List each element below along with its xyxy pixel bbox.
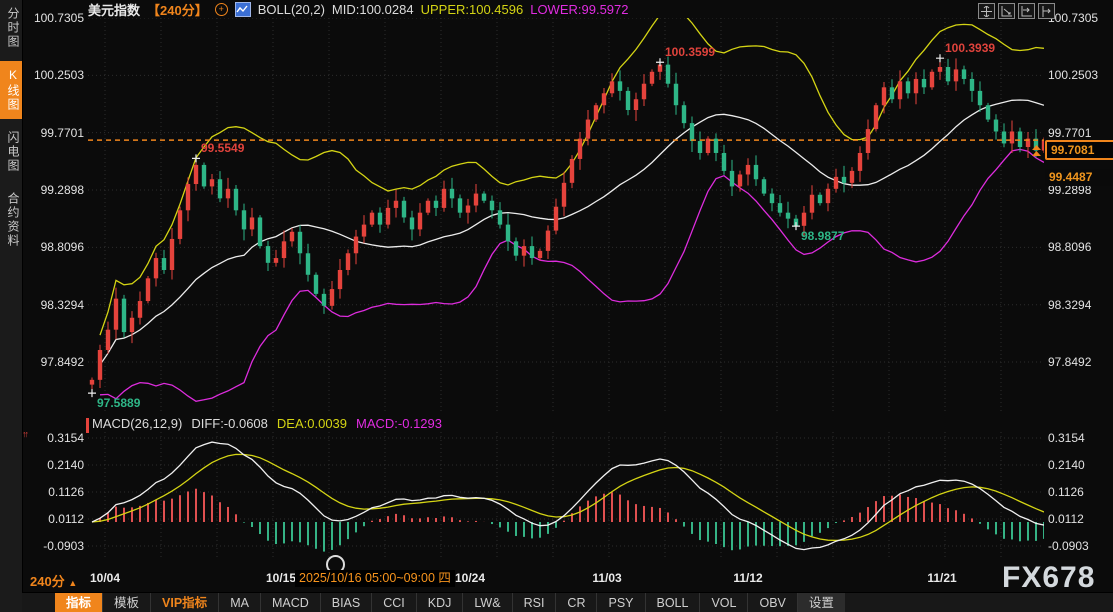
toolbar-item-13[interactable]: VOL: [699, 593, 747, 612]
price-tick-right-1: 100.2503: [1048, 68, 1098, 82]
extreme-label-4: 100.3939: [945, 41, 995, 55]
macd-tick-right-3: 0.0112: [1048, 512, 1084, 526]
toolbar-item-14[interactable]: OBV: [747, 593, 796, 612]
bottom-toolbar: 指标模板VIP指标MAMACDBIASCCIKDJLW&RSICRPSYBOLL…: [22, 592, 1113, 612]
time-axis-row[interactable]: 240分 ▲ 10/04 10/15 10/24 11/03 11/12 11/21: [0, 564, 1113, 591]
sidebar-item-4[interactable]: 合约资料: [0, 185, 22, 255]
toolbar-item-15[interactable]: 设置: [797, 593, 845, 612]
macd-tick-right-2: 0.1126: [1048, 485, 1084, 499]
toolbar-item-5[interactable]: BIAS: [320, 593, 372, 612]
period-indicator[interactable]: 240分 ▲: [30, 571, 77, 590]
date-label-3: 11/03: [592, 571, 621, 585]
fx678-watermark: FX678: [1002, 561, 1095, 595]
left-sidebar: 分时图 K线图闪电图合约资料: [0, 0, 23, 612]
toolbar-item-11[interactable]: PSY: [596, 593, 644, 612]
macd-macd-value: MACD:-0.1293: [356, 416, 442, 431]
toolbar-item-0[interactable]: 指标: [55, 593, 102, 612]
date-label-0: 10/04: [90, 571, 120, 585]
macd-header: MACD(26,12,9) DIFF:-0.0608 DEA:0.0039 MA…: [92, 416, 442, 431]
period-label: 【240分】: [147, 0, 208, 19]
macd-dea-value: DEA:0.0039: [277, 416, 347, 431]
crosshair-icon[interactable]: [978, 3, 995, 19]
price-chart-svg[interactable]: [88, 18, 1044, 412]
macd-tick-left-3: 0.0112: [24, 512, 84, 526]
chart-tool-icons: [978, 3, 1055, 19]
date-label-4: 11/12: [733, 571, 762, 585]
axis-pan-icon[interactable]: [1018, 3, 1035, 19]
extreme-label-2: 100.3599: [665, 45, 715, 59]
add-indicator-icon[interactable]: +: [215, 3, 228, 16]
toolbar-item-6[interactable]: CCI: [371, 593, 416, 612]
goto-latest-icon[interactable]: [1038, 3, 1055, 19]
macd-tick-left-0: 0.3154: [24, 431, 84, 445]
price-tick-left-3: 99.2898: [24, 183, 84, 197]
toolbar-item-9[interactable]: RSI: [512, 593, 556, 612]
sidebar-item-1[interactable]: 分时图: [0, 0, 22, 56]
toolbar-item-10[interactable]: CR: [555, 593, 596, 612]
macd-diff-value: DIFF:-0.0608: [191, 416, 268, 431]
price-tick-right-0: 100.7305: [1048, 11, 1098, 25]
price-tick-left-4: 98.8096: [24, 240, 84, 254]
price-tick-right-2: 99.7701: [1048, 126, 1091, 140]
boll-mid-value: MID:100.0284: [332, 2, 414, 17]
macd-chart-svg[interactable]: [88, 432, 1044, 560]
macd-tick-left-1: 0.2140: [24, 458, 84, 472]
toolbar-item-8[interactable]: LW&: [462, 593, 511, 612]
current-price-box: 99.7081: [1045, 140, 1113, 160]
date-label-2: 10/24: [455, 571, 485, 585]
boll-lower-value: LOWER:99.5972: [530, 2, 628, 17]
kline-chart-icon: [235, 2, 251, 17]
toolbar-item-1[interactable]: 模板: [102, 593, 150, 612]
chart-header: 美元指数 【240分】 + BOLL(20,2) MID:100.0284 UP…: [88, 2, 629, 17]
price-tick-left-6: 97.8492: [24, 355, 84, 369]
secondary-price-box: 99.4487: [1045, 169, 1113, 186]
date-label-5: 11/21: [927, 571, 956, 585]
date-label-1: 10/15: [266, 571, 296, 585]
extreme-label-3: 98.9877: [801, 229, 844, 243]
boll-upper-value: UPPER:100.4596: [421, 2, 524, 17]
price-tick-left-2: 99.7701: [24, 126, 84, 140]
price-tick-right-4: 98.8096: [1048, 240, 1091, 254]
price-tick-left-5: 98.3294: [24, 298, 84, 312]
period-up-icon: ▲: [68, 578, 77, 588]
toolbar-item-7[interactable]: KDJ: [416, 593, 463, 612]
chart-app-window: 分时图 K线图闪电图合约资料 美元指数 【240分】 + BOLL(20,2) M…: [0, 0, 1113, 612]
sidebar-item-3[interactable]: 闪电图: [0, 124, 22, 180]
sidebar-item-2[interactable]: K线图: [0, 61, 22, 119]
price-up-arrows-icon: [1031, 144, 1042, 162]
symbol-title: 美元指数: [88, 0, 140, 19]
price-tick-left-1: 100.2503: [24, 68, 84, 82]
macd-accent-bar: [86, 418, 89, 433]
macd-tick-left-2: 0.1126: [24, 485, 84, 499]
toolbar-item-2[interactable]: VIP指标: [150, 593, 218, 612]
toolbar-item-12[interactable]: BOLL: [645, 593, 700, 612]
toolbar-item-4[interactable]: MACD: [260, 593, 320, 612]
extreme-label-0: 97.5889: [97, 396, 140, 410]
price-tick-right-6: 97.8492: [1048, 355, 1091, 369]
price-tick-left-0: 100.7305: [24, 11, 84, 25]
macd-title: MACD(26,12,9): [92, 416, 182, 431]
time-tooltip: 2025/10/16 05:00~09:00 四: [295, 570, 455, 587]
macd-tick-left-4: -0.0903: [24, 539, 84, 553]
zoom-axes-icon[interactable]: [998, 3, 1015, 19]
boll-label: BOLL(20,2): [258, 2, 325, 17]
macd-tick-right-1: 0.2140: [1048, 458, 1085, 472]
extreme-label-1: 99.5549: [201, 141, 244, 155]
price-tick-right-5: 98.3294: [1048, 298, 1091, 312]
macd-tick-right-0: 0.3154: [1048, 431, 1085, 445]
macd-tick-right-4: -0.0903: [1048, 539, 1089, 553]
toolbar-item-3[interactable]: MA: [218, 593, 260, 612]
